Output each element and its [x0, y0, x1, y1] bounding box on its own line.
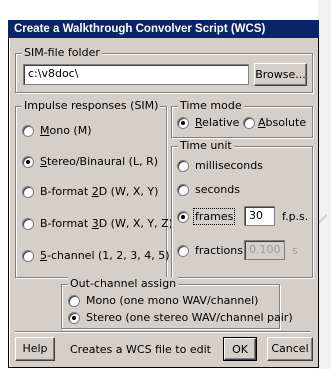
radio-button[interactable] — [177, 210, 189, 223]
time-unit-frames[interactable]: frames — [177, 208, 236, 225]
time-unit-milliseconds[interactable]: milliseconds — [177, 159, 263, 172]
time-mode-legend: Time mode — [178, 99, 244, 112]
time-unit-seconds[interactable]: seconds — [177, 183, 240, 196]
out-channel-legend: Out-channel assign — [68, 277, 179, 290]
sim-folder-group: SIM-file folder c:\v8doc\ Browse... — [15, 46, 313, 93]
sim-folder-legend: SIM-file folder — [22, 46, 102, 59]
dialog-title: Create a Walkthrough Convolver Script (W… — [8, 20, 319, 38]
wcs-dialog: Create a Walkthrough Convolver Script (W… — [8, 20, 319, 368]
radio-button[interactable] — [177, 183, 189, 196]
impulse-option-label: Mono (M) — [40, 124, 92, 137]
time-mode-relative[interactable]: Relative — [177, 116, 239, 129]
out-channel-label: Stereo (one stereo WAV/channel pair) — [86, 311, 293, 324]
radio-button[interactable] — [22, 124, 34, 137]
browse-button[interactable]: Browse... — [254, 63, 307, 86]
background-panel — [318, 0, 331, 369]
help-button[interactable]: Help — [15, 337, 55, 361]
time-unit-label: seconds — [195, 183, 240, 196]
out-channel-mono[interactable]: Mono (one mono WAV/channel) — [68, 294, 258, 307]
impulse-option-label: B-format 2D (W, X, Y) — [40, 185, 159, 198]
time-mode-absolute[interactable]: Absolute — [243, 116, 306, 129]
impulse-option-bformat-3d[interactable]: B-format 3D (W, X, Y, Z) — [22, 217, 173, 230]
time-mode-relative-label: Relative — [195, 116, 240, 129]
radio-button[interactable] — [177, 116, 189, 129]
impulse-option-bformat-2d[interactable]: B-format 2D (W, X, Y) — [22, 185, 158, 198]
time-unit-legend: Time unit — [178, 139, 234, 152]
footer-divider — [15, 331, 311, 333]
radio-button[interactable] — [22, 155, 34, 168]
radio-button[interactable] — [68, 294, 80, 307]
out-channel-label: Mono (one mono WAV/channel) — [86, 294, 259, 307]
impulse-option-stereo[interactable]: Stereo/Binaural (L, R) — [22, 155, 158, 168]
impulse-option-label: B-format 3D (W, X, Y, Z) — [40, 217, 173, 230]
impulse-option-5-channel[interactable]: 5-channel (1, 2, 3, 4, 5) — [22, 249, 170, 262]
radio-button[interactable] — [243, 116, 255, 129]
ok-button[interactable]: OK — [223, 337, 257, 361]
out-channel-group: Out-channel assign Mono (one mono WAV/ch… — [61, 277, 293, 329]
out-channel-stereo[interactable]: Stereo (one stereo WAV/channel pair) — [68, 311, 293, 324]
time-unit-label: milliseconds — [195, 159, 263, 172]
time-unit-fractions[interactable]: fractions — [177, 244, 243, 257]
fps-input[interactable]: 30 — [244, 206, 275, 226]
time-unit-label: frames — [192, 208, 236, 225]
impulse-responses-legend: Impulse responses (SIM) — [22, 99, 161, 112]
radio-button[interactable] — [177, 244, 189, 257]
impulse-option-mono[interactable]: Mono (M) — [22, 124, 92, 137]
time-unit-group: Time unit milliseconds seconds frames 30… — [171, 139, 313, 278]
impulse-option-label: 5-channel (1, 2, 3, 4, 5) — [40, 249, 170, 262]
radio-button[interactable] — [177, 159, 189, 172]
radio-button[interactable] — [68, 311, 80, 324]
radio-button[interactable] — [22, 185, 34, 198]
fractions-input[interactable]: 0.100 — [244, 240, 285, 260]
impulse-option-label: Stereo/Binaural (L, R) — [40, 155, 158, 168]
footer-hint: Creates a WCS file to edit — [70, 343, 211, 356]
fps-label: f.p.s. — [282, 210, 309, 223]
fractions-unit-label: s — [292, 244, 298, 257]
impulse-responses-group: Impulse responses (SIM) Mono (M) Stereo/… — [15, 99, 173, 278]
radio-button[interactable] — [22, 249, 34, 262]
time-unit-label: fractions — [195, 244, 243, 257]
cancel-button[interactable]: Cancel — [267, 337, 313, 361]
time-mode-group: Time mode Relative Absolute — [171, 99, 313, 138]
time-mode-absolute-label: Absolute — [258, 116, 307, 129]
sim-folder-input[interactable]: c:\v8doc\ — [23, 64, 249, 85]
radio-button[interactable] — [22, 217, 34, 230]
